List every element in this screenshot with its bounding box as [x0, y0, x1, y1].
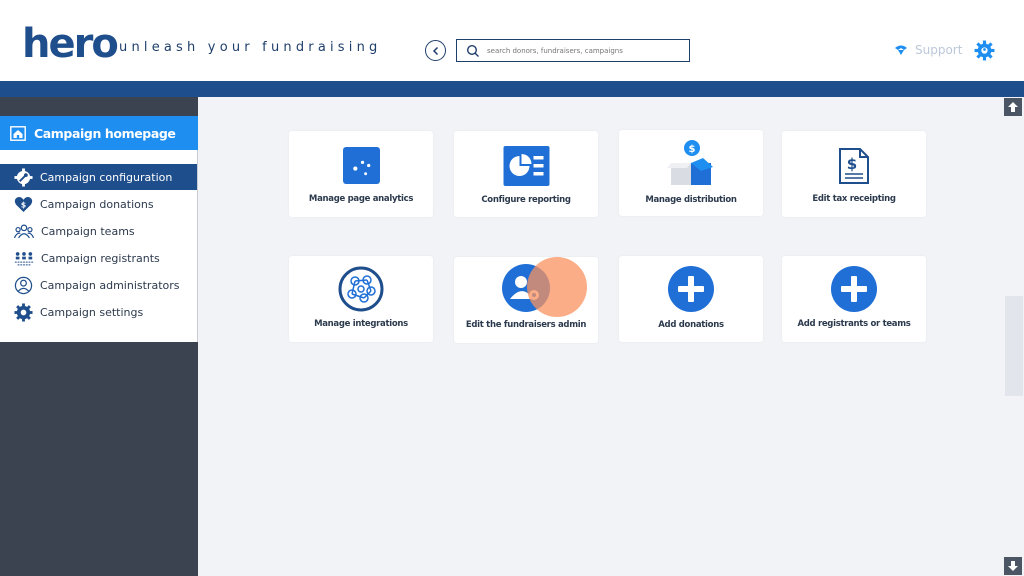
search-icon [466, 44, 479, 57]
card-add-donations[interactable]: Add donations [619, 256, 763, 342]
cursor-highlight [527, 257, 587, 317]
pie-report-icon [503, 146, 549, 186]
sidebar-item-label: Campaign registrants [41, 251, 160, 265]
card-label: Edit the fundraisers admin [465, 320, 587, 330]
chevron-left-icon [432, 46, 438, 55]
search-input[interactable] [487, 43, 685, 59]
top-header: hero unleash your fundraising Support [0, 0, 1024, 81]
sidebar-item-label: Campaign settings [40, 305, 144, 319]
sidebar-item-campaign-donations[interactable]: $ Campaign donations [0, 191, 197, 217]
home-icon [10, 125, 26, 141]
card-manage-page-analytics[interactable]: Manage page analytics [289, 131, 433, 217]
card-label: Manage page analytics [308, 194, 414, 204]
scroll-down-button[interactable] [1004, 557, 1022, 575]
plus-circle-icon [668, 266, 714, 312]
sidebar-home-label: Campaign homepage [34, 125, 176, 141]
admin-person-icon [14, 276, 33, 294]
sidebar-item-campaign-settings[interactable]: Campaign settings [0, 299, 197, 325]
support-icon [895, 45, 907, 55]
tagline: unleash your fundraising [119, 40, 382, 55]
heart-dollar-icon: $ [14, 196, 33, 212]
card-label: Configure reporting [481, 195, 571, 205]
arrow-up-icon [1008, 102, 1018, 112]
header-divider-bar [0, 81, 1024, 97]
gear-wrench-icon [14, 167, 33, 187]
scroll-up-button[interactable] [1004, 98, 1022, 116]
svg-text:$: $ [847, 155, 857, 173]
card-label: Edit tax receipting [812, 194, 896, 204]
sidebar-item-label: Campaign teams [41, 224, 135, 238]
receipt-dollar-icon: $ [839, 148, 869, 184]
box-dollar-icon: $ [667, 140, 713, 185]
sidebar-item-label: Campaign configuration [40, 170, 173, 184]
svg-text:$: $ [21, 200, 26, 209]
plus-circle-icon [831, 266, 877, 312]
hero-logo[interactable]: hero [22, 22, 119, 66]
sidebar-item-label: Campaign administrators [40, 278, 180, 292]
scrollbar-thumb[interactable] [1005, 296, 1023, 396]
settings-gear-button[interactable] [974, 40, 995, 65]
sidebar-item-campaign-administrators[interactable]: Campaign administrators [0, 272, 197, 298]
sidebar-item-campaign-teams[interactable]: Campaign teams [0, 218, 197, 244]
gear-icon [974, 40, 995, 61]
card-label: Add donations [658, 320, 724, 330]
network-icon [338, 266, 384, 312]
svg-text:$: $ [689, 144, 696, 155]
back-button[interactable] [425, 40, 446, 61]
support-link[interactable]: Support [893, 43, 962, 57]
card-manage-distribution[interactable]: $ Manage distribution [619, 130, 763, 216]
card-add-registrants-or-teams[interactable]: Add registrants or teams [782, 256, 926, 342]
sidebar-item-campaign-registrants[interactable]: Campaign registrants [0, 245, 197, 271]
card-manage-integrations[interactable]: Manage integrations [289, 256, 433, 342]
search-box[interactable] [456, 39, 690, 62]
analytics-icon [342, 147, 380, 184]
support-label: Support [915, 43, 963, 57]
sidebar-item-label: Campaign donations [40, 197, 154, 211]
sidebar: Campaign homepage Campaign configuration… [0, 116, 198, 342]
sidebar-item-campaign-homepage[interactable]: Campaign homepage [0, 116, 198, 150]
card-label: Manage integrations [314, 319, 408, 329]
gear-icon [14, 302, 33, 322]
card-label: Manage distribution [645, 195, 737, 205]
sidebar-item-campaign-configuration[interactable]: Campaign configuration [0, 164, 197, 190]
people-group-icon [14, 224, 34, 238]
card-label: Add registrants or teams [797, 319, 911, 329]
card-edit-tax-receipting[interactable]: $ Edit tax receipting [782, 131, 926, 217]
card-configure-reporting[interactable]: Configure reporting [454, 131, 598, 217]
arrow-down-icon [1008, 561, 1018, 571]
registrants-icon [14, 251, 34, 265]
